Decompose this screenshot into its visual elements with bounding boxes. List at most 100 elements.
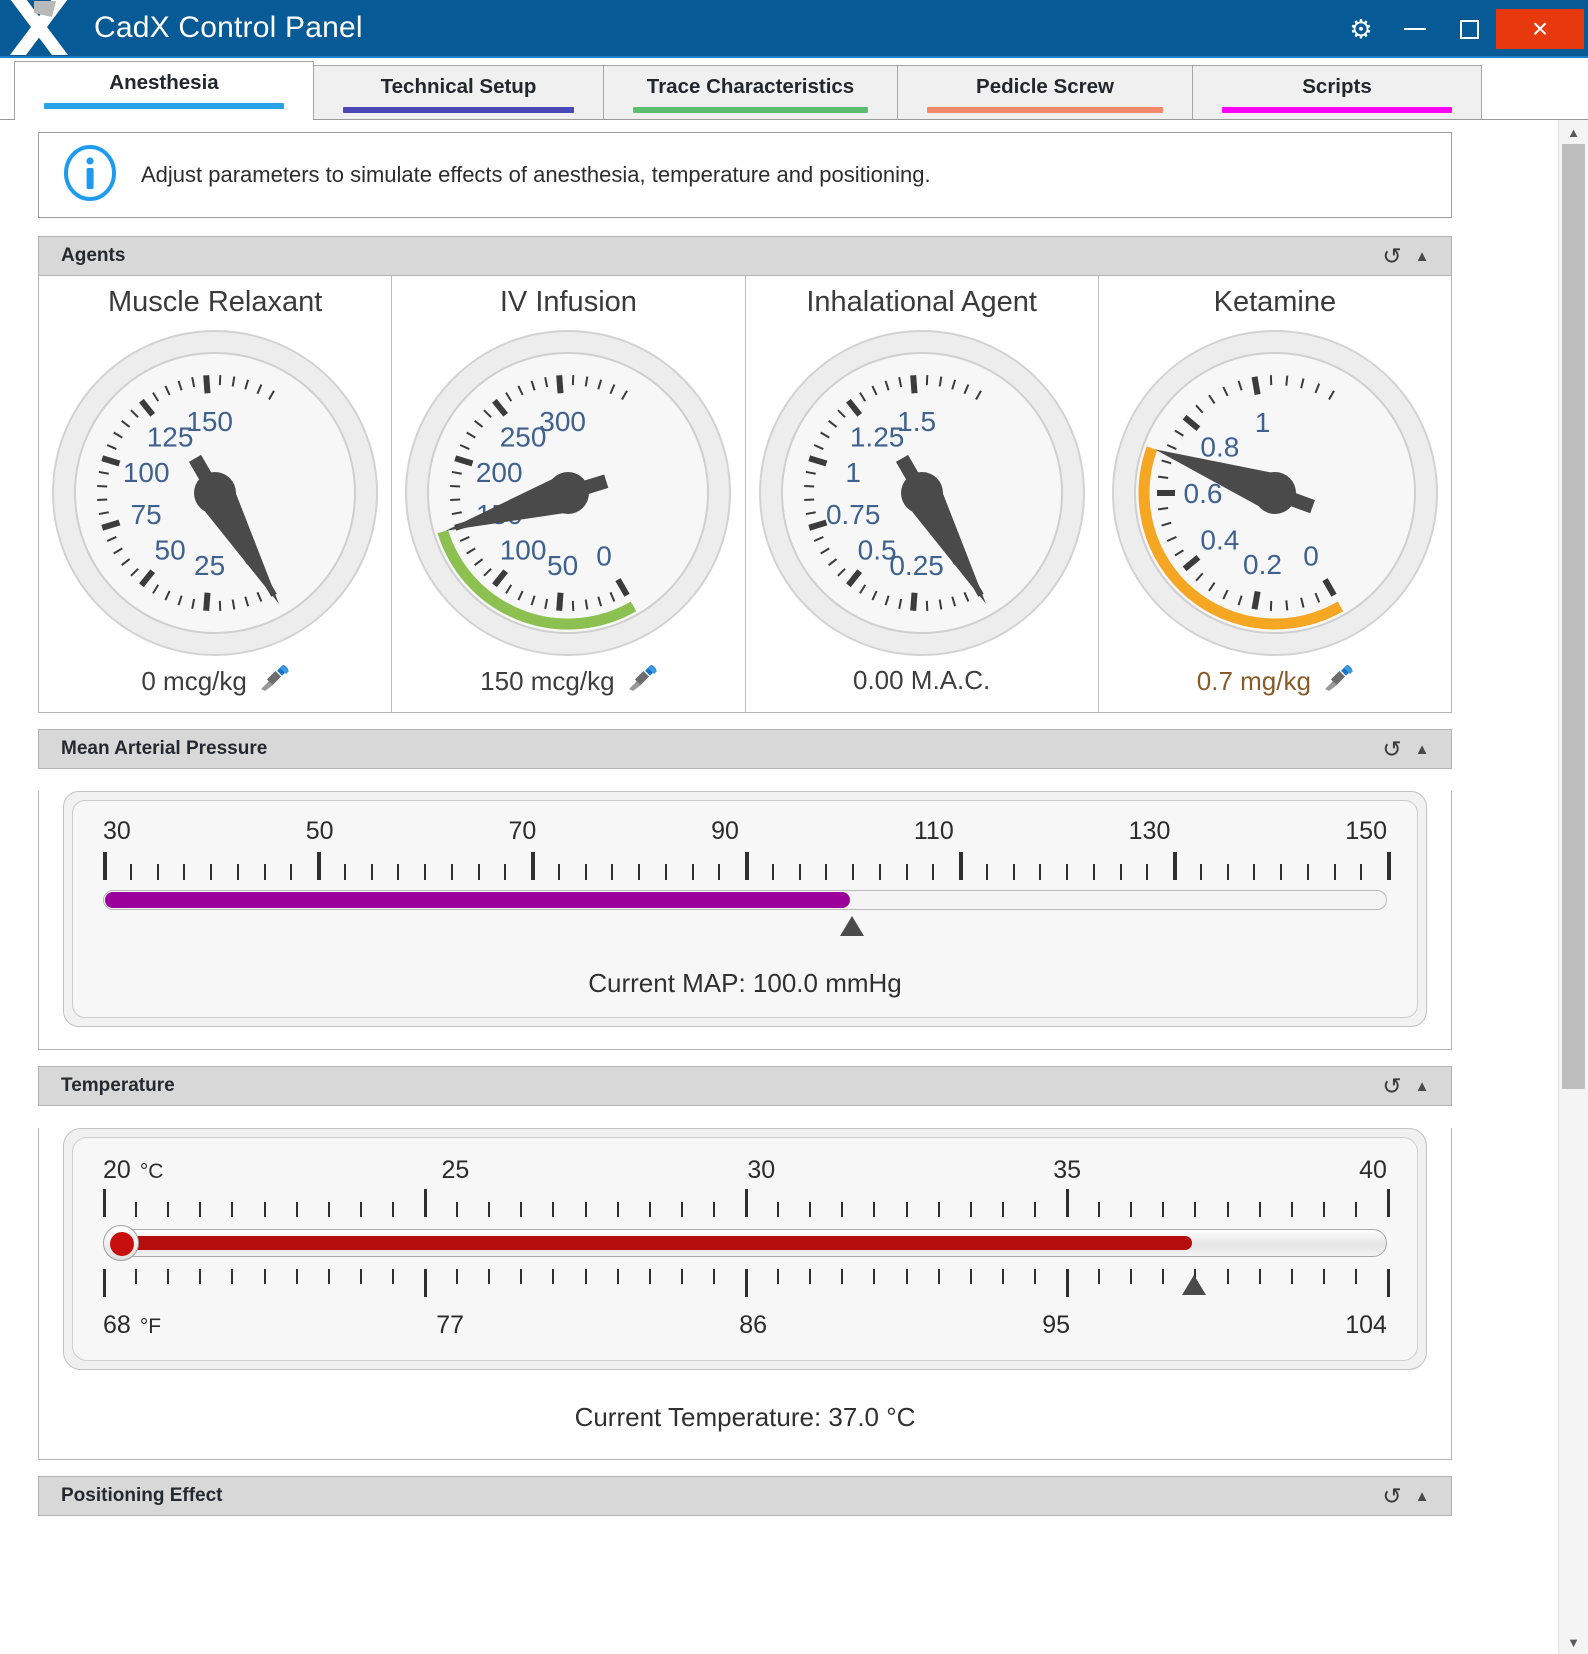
scroll-down-arrow[interactable]: ▼ xyxy=(1559,1630,1588,1654)
ruler-tick xyxy=(664,864,667,880)
ruler-tick xyxy=(317,852,321,880)
positioning-collapse-icon[interactable]: ▲ xyxy=(1407,1481,1437,1511)
ruler-tick xyxy=(648,1202,651,1217)
ruler-tick xyxy=(985,864,988,880)
gauge-tick-label: 0 xyxy=(597,540,613,571)
ruler-tick xyxy=(873,1269,876,1284)
gauge-tick-label: 50 xyxy=(547,550,578,581)
agents-reset-icon[interactable]: ↺ xyxy=(1377,241,1407,271)
ruler-tick xyxy=(1162,1269,1165,1284)
ruler-tick xyxy=(156,864,159,880)
gauge-value-label: 0 mcg/kg xyxy=(141,666,247,696)
ruler-tick xyxy=(959,852,963,880)
map-reset-icon[interactable]: ↺ xyxy=(1377,734,1407,764)
ruler-tick xyxy=(745,852,749,880)
ruler-tick xyxy=(1130,1202,1133,1217)
gauge-tick-label: 0.75 xyxy=(826,499,881,530)
map-slider-panel: 30 50 70 90 110 130 150 Current MAP: 100.0 mmH… xyxy=(63,791,1427,1027)
ruler-tick xyxy=(932,864,935,880)
ruler-tick xyxy=(397,864,400,880)
agents-collapse-icon[interactable]: ▲ xyxy=(1407,241,1437,271)
tab-bar: Anesthesia Technical Setup Trace Character… xyxy=(0,58,1588,120)
ruler-tick xyxy=(103,1269,106,1297)
ruler-tick xyxy=(680,1202,683,1217)
ruler-tick xyxy=(1098,1269,1101,1284)
map-tick-label: 30 xyxy=(103,817,131,845)
tab-accent-underline xyxy=(343,107,574,113)
map-group: Mean Arterial Pressure ↺ ▲ 30 50 70 90 110 13… xyxy=(38,729,1452,1050)
temperature-collapse-icon[interactable]: ▲ xyxy=(1407,1071,1437,1101)
agents-group-body: Muscle Relaxant02550751001251500 mcg/kg I… xyxy=(38,276,1452,713)
gauge-tick-label: 0.8 xyxy=(1200,432,1239,463)
gauge-dial[interactable]: 0255075100125150 xyxy=(45,323,385,663)
gauge-tick-label: 75 xyxy=(131,499,162,530)
gauge-row: Muscle Relaxant02550751001251500 mcg/kg I… xyxy=(39,276,1451,712)
temperature-current-label: Current Temperature: 37.0 °C xyxy=(574,1402,916,1432)
tab-trace-characteristics[interactable]: Trace Characteristics xyxy=(603,65,898,119)
fahrenheit-tick-label: 68 °F xyxy=(103,1311,161,1340)
gauge-dial[interactable]: 00.20.40.60.81 xyxy=(1105,323,1445,663)
syringe-icon[interactable] xyxy=(627,664,657,698)
tab-technical-setup[interactable]: Technical Setup xyxy=(313,65,604,119)
ruler-tick xyxy=(370,864,373,880)
map-track[interactable] xyxy=(103,886,1387,916)
ruler-tick xyxy=(691,864,694,880)
map-group-title: Mean Arterial Pressure xyxy=(61,738,268,759)
tab-accent-underline xyxy=(44,103,284,109)
ruler-tick xyxy=(616,1269,619,1284)
gauge-cell-inhalational-agent: Inhalational Agent00.250.50.7511.251.50.… xyxy=(746,276,1099,712)
agents-group-title: Agents xyxy=(61,245,126,266)
temperature-reset-icon[interactable]: ↺ xyxy=(1377,1071,1407,1101)
gauge-cell-iv-infusion: IV Infusion050100150200250300150 mcg/kg xyxy=(392,276,746,712)
gauge-cell-muscle-relaxant: Muscle Relaxant02550751001251500 mcg/kg xyxy=(39,276,393,712)
tab-scripts[interactable]: Scripts xyxy=(1192,65,1482,119)
thermometer-bulb xyxy=(103,1225,139,1261)
ruler-tick xyxy=(295,1269,298,1284)
ruler-tick xyxy=(745,1269,748,1297)
scroll-up-arrow[interactable]: ▲ xyxy=(1559,120,1588,144)
window-controls: ⚙ × xyxy=(1334,0,1588,58)
map-tick-label: 150 xyxy=(1345,817,1387,845)
ruler-tick xyxy=(905,864,908,880)
tab-anesthesia[interactable]: Anesthesia xyxy=(14,61,314,120)
ruler-tick xyxy=(327,1269,330,1284)
gauge-dial[interactable]: 050100150200250300 xyxy=(398,323,738,663)
minimize-button[interactable] xyxy=(1388,0,1442,58)
maximize-button[interactable] xyxy=(1442,0,1496,58)
ruler-tick xyxy=(359,1269,362,1284)
fahrenheit-unit: °F xyxy=(139,1315,162,1338)
thermometer[interactable] xyxy=(103,1221,1387,1265)
syringe-icon[interactable] xyxy=(1323,664,1353,698)
ruler-tick xyxy=(456,1202,459,1217)
map-current-label: Current MAP: 100.0 mmHg xyxy=(588,968,902,998)
tab-pedicle-screw[interactable]: Pedicle Screw xyxy=(897,65,1193,119)
ruler-tick xyxy=(584,864,587,880)
syringe-icon[interactable] xyxy=(259,664,289,698)
temperature-group-header: Temperature ↺ ▲ xyxy=(38,1066,1452,1106)
window-title: CadX Control Panel xyxy=(94,11,363,44)
ruler-tick xyxy=(520,1202,523,1217)
ruler-tick xyxy=(745,1189,748,1217)
ruler-tick xyxy=(1066,1189,1069,1217)
info-banner: Adjust parameters to simulate effects of… xyxy=(38,132,1452,218)
temperature-thumb-marker[interactable] xyxy=(1182,1275,1207,1295)
positioning-group-header: Positioning Effect ↺ ▲ xyxy=(38,1476,1452,1516)
positioning-reset-icon[interactable]: ↺ xyxy=(1377,1481,1407,1511)
map-tick-labels: 30 50 70 90 110 130 150 xyxy=(103,817,1387,846)
close-button[interactable]: × xyxy=(1496,9,1584,49)
scroll-thumb[interactable] xyxy=(1562,144,1585,1089)
ruler-tick xyxy=(712,1269,715,1284)
celsius-tick-label: 40 xyxy=(1359,1156,1387,1184)
ruler-tick xyxy=(852,864,854,880)
settings-gear-icon[interactable]: ⚙ xyxy=(1334,0,1388,58)
map-thumb-marker[interactable] xyxy=(840,916,864,936)
map-collapse-icon[interactable]: ▲ xyxy=(1407,734,1437,764)
ruler-tick xyxy=(841,1269,844,1284)
gauge-dial[interactable]: 00.250.50.7511.251.5 xyxy=(752,323,1092,663)
map-group-header: Mean Arterial Pressure ↺ ▲ xyxy=(38,729,1452,769)
map-tick-label: 50 xyxy=(305,817,334,845)
ruler-tick xyxy=(1033,1202,1036,1217)
celsius-tick-label: 20 °C xyxy=(103,1156,163,1185)
vertical-scrollbar[interactable]: ▲ ▼ xyxy=(1558,120,1588,1654)
gauge-title: IV Infusion xyxy=(499,286,637,318)
